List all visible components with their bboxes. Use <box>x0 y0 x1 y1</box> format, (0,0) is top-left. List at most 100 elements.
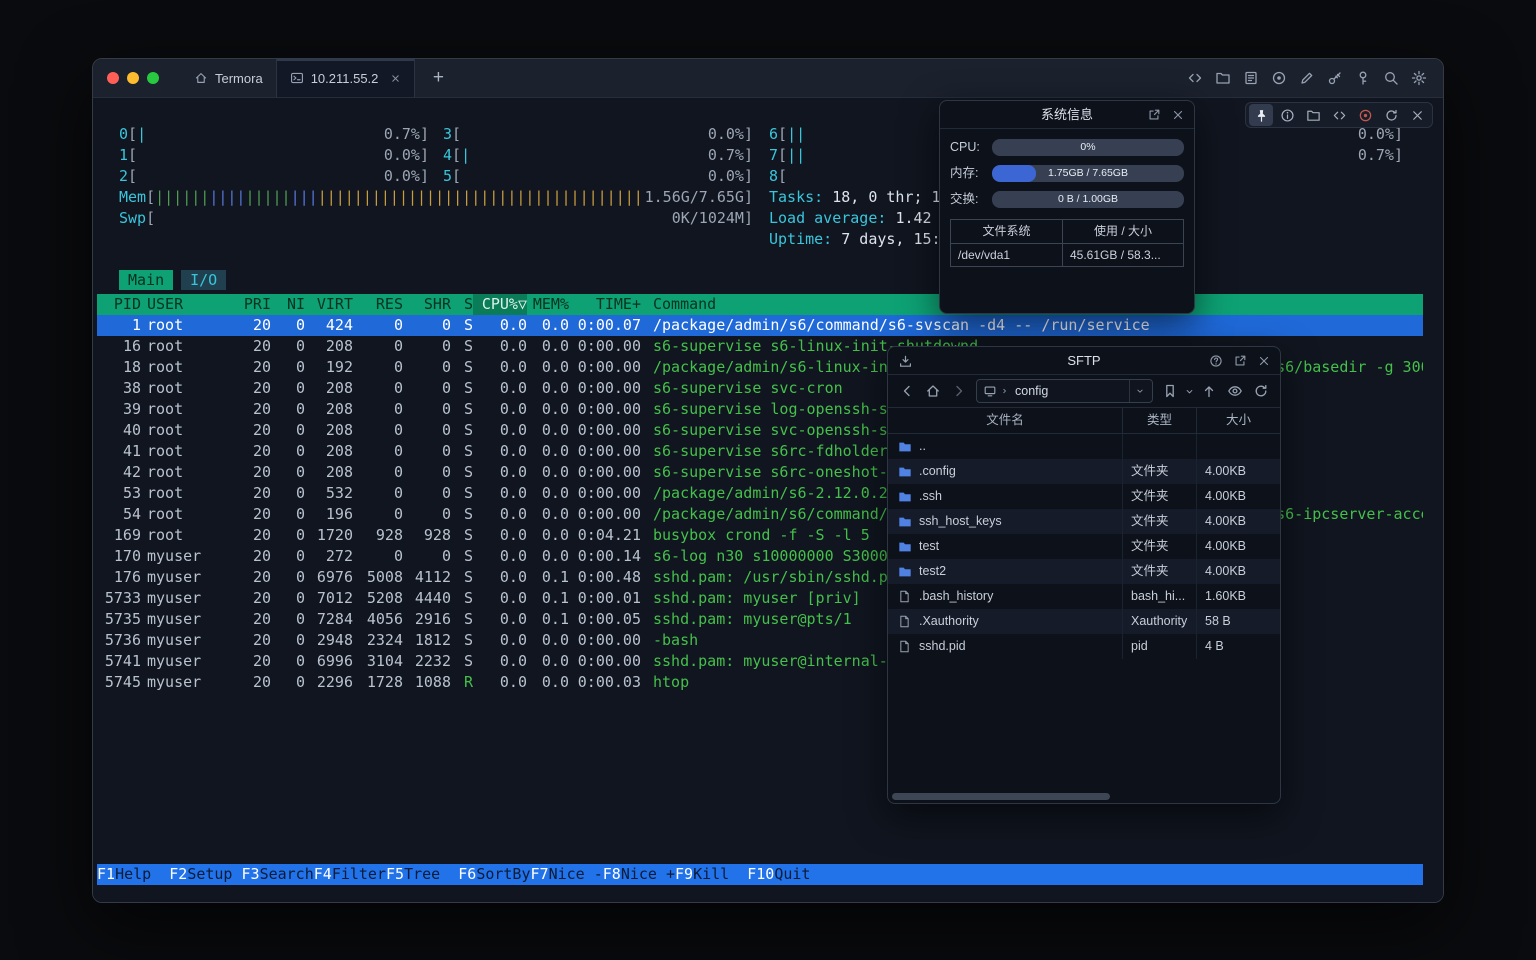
close-icon[interactable] <box>1257 354 1271 368</box>
horizontal-scrollbar[interactable] <box>890 792 1278 801</box>
refresh-icon[interactable] <box>1253 383 1269 399</box>
edit-icon[interactable] <box>1299 70 1315 86</box>
log-icon[interactable] <box>1243 70 1259 86</box>
pin-icon[interactable] <box>1249 104 1273 126</box>
column-header-shr[interactable]: SHR <box>403 294 451 315</box>
record-icon[interactable] <box>1271 70 1287 86</box>
htop-fn-kill[interactable]: F9Kill <box>675 864 747 885</box>
window-minimize-button[interactable] <box>127 72 139 84</box>
window-close-button[interactable] <box>107 72 119 84</box>
file-name: .bash_history <box>919 586 993 607</box>
memory-meter: Mem[||||||||||||||||||||||||||||||||||||… <box>119 187 753 208</box>
file-type: pid <box>1123 634 1197 659</box>
column-filename[interactable]: 文件名 <box>888 408 1123 433</box>
open-in-window-icon[interactable] <box>1147 108 1161 122</box>
scrollbar-thumb[interactable] <box>892 793 1110 800</box>
tab-session[interactable]: 10.211.55.2 <box>276 59 416 97</box>
column-header-cpu[interactable]: CPU%▽ <box>473 294 527 315</box>
tab-termora-home[interactable]: Termora <box>181 59 276 97</box>
sftp-row-test[interactable]: test文件夹4.00KB <box>888 534 1280 559</box>
column-size[interactable]: 大小 <box>1197 408 1280 433</box>
htop-meters: 0[|0.7%]1[0.0%]2[0.0%]3[0.0%]4[|0.7%]5[0… <box>119 124 1403 250</box>
close-icon[interactable] <box>1405 104 1429 126</box>
file-type: Xauthority <box>1123 609 1197 634</box>
htop-fn-setup[interactable]: F2Setup <box>169 864 241 885</box>
sftp-file-list: ...config文件夹4.00KB.ssh文件夹4.00KBssh_host_… <box>888 434 1280 659</box>
help-icon[interactable] <box>1209 354 1223 368</box>
forward-icon[interactable] <box>951 383 967 399</box>
panel-title: SFTP <box>1067 353 1100 368</box>
tab-close-icon[interactable] <box>390 73 401 84</box>
sftp-row-.config[interactable]: .config文件夹4.00KB <box>888 459 1280 484</box>
process-row-pid-1[interactable]: 1root20042400S0.00.00:00.07/package/admi… <box>97 315 1423 336</box>
htop-fn-nice-[interactable]: F8Nice + <box>603 864 675 885</box>
search-icon[interactable] <box>1383 70 1399 86</box>
column-header-res[interactable]: RES <box>353 294 403 315</box>
htop-screen-tab-main[interactable]: Main <box>119 270 173 290</box>
terminal-screen[interactable]: 0[|0.7%]1[0.0%]2[0.0%]3[0.0%]4[|0.7%]5[0… <box>93 98 1443 902</box>
open-in-window-icon[interactable] <box>1233 354 1247 368</box>
folder-icon[interactable] <box>1215 70 1231 86</box>
htop-fn-nice-[interactable]: F7Nice - <box>531 864 603 885</box>
bookmark-icon[interactable] <box>1162 383 1178 399</box>
sftp-row-sshd.pid[interactable]: sshd.pidpid4 B <box>888 634 1280 659</box>
cpu-usage-value: 0% <box>992 139 1184 156</box>
file-type: 文件夹 <box>1123 484 1197 509</box>
cpu-meter-3: 3[0.0%] <box>443 124 753 145</box>
column-header-ni[interactable]: NI <box>271 294 305 315</box>
htop-fn-help[interactable]: F1Help <box>97 864 169 885</box>
show-hidden-icon[interactable] <box>1227 383 1243 399</box>
column-header-pid[interactable]: PID <box>97 294 141 315</box>
sftp-row-ssh_host_keys[interactable]: ssh_host_keys文件夹4.00KB <box>888 509 1280 534</box>
file-name: .Xauthority <box>919 611 979 632</box>
folder-icon[interactable] <box>1301 104 1325 126</box>
path-breadcrumb[interactable]: config <box>976 379 1153 403</box>
file-icon <box>897 590 912 603</box>
sftp-row-test2[interactable]: test2文件夹4.00KB <box>888 559 1280 584</box>
settings-icon[interactable] <box>1411 70 1427 86</box>
folder-icon <box>897 440 912 454</box>
back-icon[interactable] <box>899 383 915 399</box>
home-icon[interactable] <box>925 383 941 399</box>
code-icon[interactable] <box>1327 104 1351 126</box>
system-info-titlebar[interactable]: 系统信息 <box>940 101 1194 129</box>
file-size: 4.00KB <box>1197 534 1280 559</box>
htop-fn-quit[interactable]: F10Quit <box>747 864 828 885</box>
path-dropdown[interactable] <box>1129 380 1150 402</box>
keychain-icon[interactable] <box>1355 70 1371 86</box>
htop-fn-filter[interactable]: F4Filter <box>314 864 386 885</box>
system-info-panel: 系统信息 CPU: 0% 内存: <box>939 100 1195 314</box>
sftp-row-..[interactable]: .. <box>888 434 1280 459</box>
column-header-virt[interactable]: VIRT <box>305 294 353 315</box>
file-icon <box>897 615 912 628</box>
column-header-pri[interactable]: PRI <box>237 294 271 315</box>
window-zoom-button[interactable] <box>147 72 159 84</box>
htop-fn-sortby[interactable]: F6SortBy <box>458 864 530 885</box>
new-tab-button[interactable]: + <box>425 67 451 89</box>
htop-fn-tree[interactable]: F5Tree <box>386 864 458 885</box>
sftp-row-.Xauthority[interactable]: .XauthorityXauthority58 B <box>888 609 1280 634</box>
code-icon[interactable] <box>1187 70 1203 86</box>
key-icon[interactable] <box>1327 70 1343 86</box>
file-type: 文件夹 <box>1123 459 1197 484</box>
process-table-header: PIDUSERPRINIVIRTRESSHRSCPU%▽MEM%TIME+Com… <box>97 294 1423 315</box>
column-type[interactable]: 类型 <box>1123 408 1197 433</box>
sftp-row-.ssh[interactable]: .ssh文件夹4.00KB <box>888 484 1280 509</box>
column-header-user[interactable]: USER <box>147 294 237 315</box>
record-icon[interactable] <box>1353 104 1377 126</box>
refresh-icon[interactable] <box>1379 104 1403 126</box>
column-header-s[interactable]: S <box>451 294 473 315</box>
close-icon[interactable] <box>1171 108 1185 122</box>
sftp-titlebar[interactable]: SFTP <box>888 347 1280 375</box>
column-header-mem[interactable]: MEM% <box>527 294 569 315</box>
info-icon[interactable] <box>1275 104 1299 126</box>
htop-fn-search[interactable]: F3Search <box>242 864 314 885</box>
column-header-time[interactable]: TIME+ <box>569 294 641 315</box>
filesystem-row[interactable]: /dev/vda1 45.61GB / 58.3... <box>951 244 1184 267</box>
bookmark-dropdown-icon[interactable] <box>1184 386 1195 397</box>
htop-screen-tab-io[interactable]: I/O <box>181 270 226 290</box>
sftp-row-.bash_history[interactable]: .bash_historybash_hi...1.60KB <box>888 584 1280 609</box>
parent-directory-icon[interactable] <box>1201 383 1217 399</box>
transfers-icon[interactable] <box>898 354 913 369</box>
chevron-down-icon <box>1135 386 1145 396</box>
